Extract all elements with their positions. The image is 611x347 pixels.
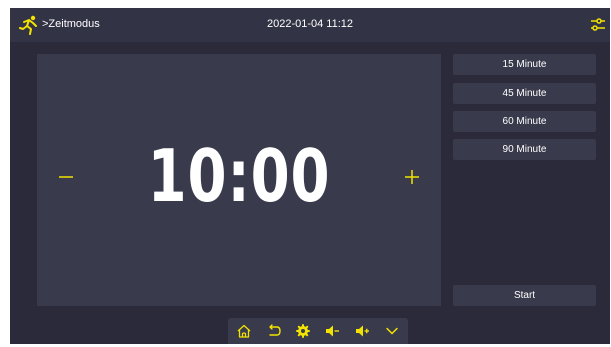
datetime-display: 2022-01-04 11:12 <box>266 18 354 30</box>
preset-45-minute-button[interactable]: 45 Minute <box>453 83 596 104</box>
settings-icon[interactable] <box>295 323 311 339</box>
start-button[interactable]: Start <box>453 285 596 306</box>
preset-15-minute-button[interactable]: 15 Minute <box>453 54 596 75</box>
home-icon[interactable] <box>236 323 252 339</box>
volume-down-icon[interactable] <box>324 323 340 339</box>
volume-up-icon[interactable] <box>354 323 370 339</box>
preset-60-minute-button[interactable]: 60 Minute <box>453 111 596 132</box>
chevron-down-icon[interactable] <box>384 323 400 339</box>
increase-time-button[interactable] <box>401 164 423 188</box>
bottom-nav-bar <box>228 318 408 344</box>
preset-90-minute-button[interactable]: 90 Minute <box>453 139 596 160</box>
sliders-icon[interactable] <box>589 16 607 34</box>
header-bar: >Zeitmodus 2022-01-04 11:12 <box>10 8 610 42</box>
decrease-time-button[interactable] <box>55 164 77 188</box>
back-icon[interactable] <box>266 323 282 339</box>
timer-panel: 10:00 <box>37 54 441 306</box>
screen: >Zeitmodus 2022-01-04 11:12 10:00 15 Min… <box>10 8 610 344</box>
timer-display: 10:00 <box>147 134 331 218</box>
